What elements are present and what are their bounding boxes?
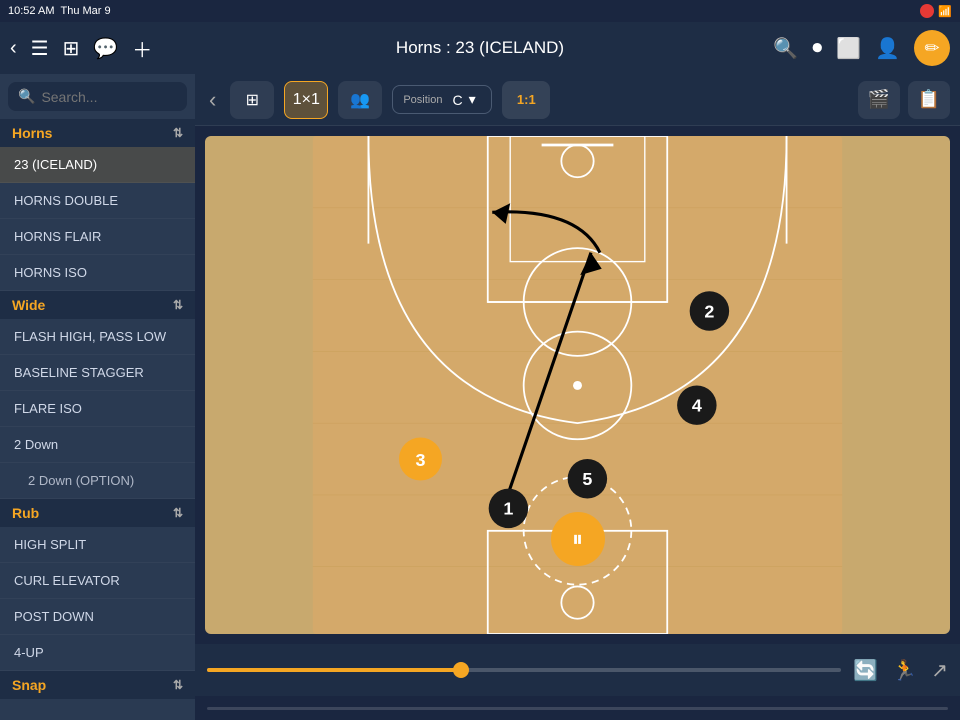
- date: Thu Mar 9: [60, 5, 110, 17]
- sidebar: 🔍 Horns ⇅ 23 (ICELAND) HORNS DOUBLE HORN…: [0, 74, 195, 720]
- vs-badge[interactable]: 1:1: [502, 81, 550, 119]
- svg-text:2: 2: [704, 301, 714, 321]
- action-buttons: 🎬 📋: [858, 81, 950, 119]
- sidebar-item-4up[interactable]: 4-UP: [0, 635, 195, 671]
- person-run-icon[interactable]: 🏃: [892, 658, 917, 683]
- add-icon[interactable]: ＋: [132, 34, 152, 63]
- loop-icon[interactable]: 🔄: [853, 658, 878, 683]
- back-icon[interactable]: ‹: [10, 37, 17, 60]
- record-indicator: [920, 4, 934, 18]
- svg-text:4: 4: [692, 395, 702, 415]
- sidebar-item-flash-high[interactable]: FLASH HIGH, PASS LOW: [0, 319, 195, 355]
- 1x1-label: 1×1: [293, 91, 320, 109]
- sidebar-item-baseline-stagger[interactable]: BASELINE STAGGER: [0, 355, 195, 391]
- time: 10:52 AM: [8, 5, 54, 17]
- main-toolbar: ‹ ☰ ⊞ 💬 ＋ Horns : 23 (ICELAND) 🔍 ⏺ ⬜ 👤 ✏: [0, 22, 960, 74]
- status-bar-left: 10:52 AM Thu Mar 9: [8, 5, 111, 17]
- page-title: Horns : 23 (ICELAND): [396, 38, 564, 58]
- edit-button[interactable]: ✏: [914, 30, 950, 66]
- tab-team[interactable]: 👥: [338, 81, 382, 119]
- board-button[interactable]: 📋: [908, 81, 950, 119]
- plays-icon: ⊞: [246, 90, 259, 110]
- scrubber-bar: [195, 696, 960, 720]
- playback-bar: 🔄 🏃 ↗: [195, 644, 960, 696]
- battery-icon: 📶: [938, 5, 952, 18]
- sort-icon-wide: ⇅: [173, 298, 183, 312]
- svg-text:5: 5: [582, 469, 592, 489]
- right-panel: ‹ ⊞ 1×1 👥 Position C ▾ 1:1 🎬: [195, 74, 960, 720]
- sidebar-item-curl-elevator[interactable]: CURL ELEVATOR: [0, 563, 195, 599]
- sidebar-item-high-split[interactable]: HIGH SPLIT: [0, 527, 195, 563]
- screen-icon[interactable]: ⊞: [63, 36, 80, 61]
- clip-button[interactable]: 🎬: [858, 81, 900, 119]
- sidebar-item-horns-flair[interactable]: HORNS FLAIR: [0, 219, 195, 255]
- position-dropdown[interactable]: Position C ▾: [392, 85, 492, 114]
- svg-text:3: 3: [415, 450, 425, 470]
- prev-arrow[interactable]: ‹: [205, 87, 220, 113]
- tab-plays[interactable]: ⊞: [230, 81, 274, 119]
- search-input[interactable]: [41, 89, 195, 105]
- sidebar-item-flare-iso[interactable]: FLARE ISO: [0, 391, 195, 427]
- share-play-icon[interactable]: ↗: [931, 658, 948, 683]
- sidebar-item-horns-double[interactable]: HORNS DOUBLE: [0, 183, 195, 219]
- position-value: C: [452, 92, 462, 108]
- share-icon[interactable]: ⬜: [836, 36, 861, 61]
- sidebar-item-2down-option[interactable]: 2 Down (OPTION): [0, 463, 195, 499]
- category-snap-label: Snap: [12, 677, 46, 693]
- vs-label: 1:1: [517, 92, 536, 107]
- main-content: 🔍 Horns ⇅ 23 (ICELAND) HORNS DOUBLE HORN…: [0, 74, 960, 720]
- category-horns[interactable]: Horns ⇅: [0, 119, 195, 147]
- category-horns-label: Horns: [12, 125, 52, 141]
- sidebar-item-23-iceland[interactable]: 23 (ICELAND): [0, 147, 195, 183]
- playback-icons: 🔄 🏃 ↗: [853, 658, 948, 683]
- sidebar-item-2down[interactable]: 2 Down: [0, 427, 195, 463]
- status-bar-right: 📶: [920, 4, 952, 18]
- search-box[interactable]: 🔍: [8, 82, 187, 111]
- sidebar-item-horns-iso[interactable]: HORNS ISO: [0, 255, 195, 291]
- play-pause-button[interactable]: ⏸: [551, 512, 605, 566]
- profile-icon[interactable]: 👤: [875, 36, 900, 61]
- progress-track[interactable]: [207, 668, 841, 672]
- team-icon: 👥: [350, 90, 370, 110]
- menu-icon[interactable]: ☰: [31, 36, 49, 61]
- clip-icon: 🎬: [868, 89, 890, 110]
- position-label: Position: [403, 94, 442, 106]
- category-rub-label: Rub: [12, 505, 39, 521]
- category-snap[interactable]: Snap ⇅: [0, 671, 195, 699]
- category-rub[interactable]: Rub ⇅: [0, 499, 195, 527]
- svg-text:1: 1: [503, 499, 513, 519]
- sidebar-item-post-down[interactable]: POST DOWN: [0, 599, 195, 635]
- progress-fill: [207, 668, 461, 672]
- record-icon[interactable]: ⏺: [812, 37, 822, 60]
- toolbar-right: 🔍 ⏺ ⬜ 👤 ✏: [773, 30, 950, 66]
- basketball-court: 1 2 3 4 5 ⏸: [205, 136, 950, 634]
- toolbar-left: ‹ ☰ ⊞ 💬 ＋: [10, 34, 152, 63]
- search-input-icon: 🔍: [18, 88, 35, 105]
- board-icon: 📋: [918, 89, 940, 110]
- sort-icon-snap: ⇅: [173, 678, 183, 692]
- sort-icon-rub: ⇅: [173, 506, 183, 520]
- pause-icon: ⏸: [572, 526, 583, 552]
- chevron-down-icon: ▾: [469, 91, 476, 108]
- category-wide-label: Wide: [12, 297, 45, 313]
- tab-1x1[interactable]: 1×1: [284, 81, 328, 119]
- scrubber-track[interactable]: [207, 707, 948, 710]
- status-bar: 10:52 AM Thu Mar 9 📶: [0, 0, 960, 22]
- chat-icon[interactable]: 💬: [93, 36, 118, 61]
- court-container: 1 2 3 4 5 ⏸: [195, 126, 960, 644]
- search-icon[interactable]: 🔍: [773, 36, 798, 61]
- category-wide[interactable]: Wide ⇅: [0, 291, 195, 319]
- content-toolbar: ‹ ⊞ 1×1 👥 Position C ▾ 1:1 🎬: [195, 74, 960, 126]
- sort-icon-horns: ⇅: [173, 126, 183, 140]
- pencil-icon: ✏: [924, 38, 939, 59]
- progress-thumb[interactable]: [453, 662, 469, 678]
